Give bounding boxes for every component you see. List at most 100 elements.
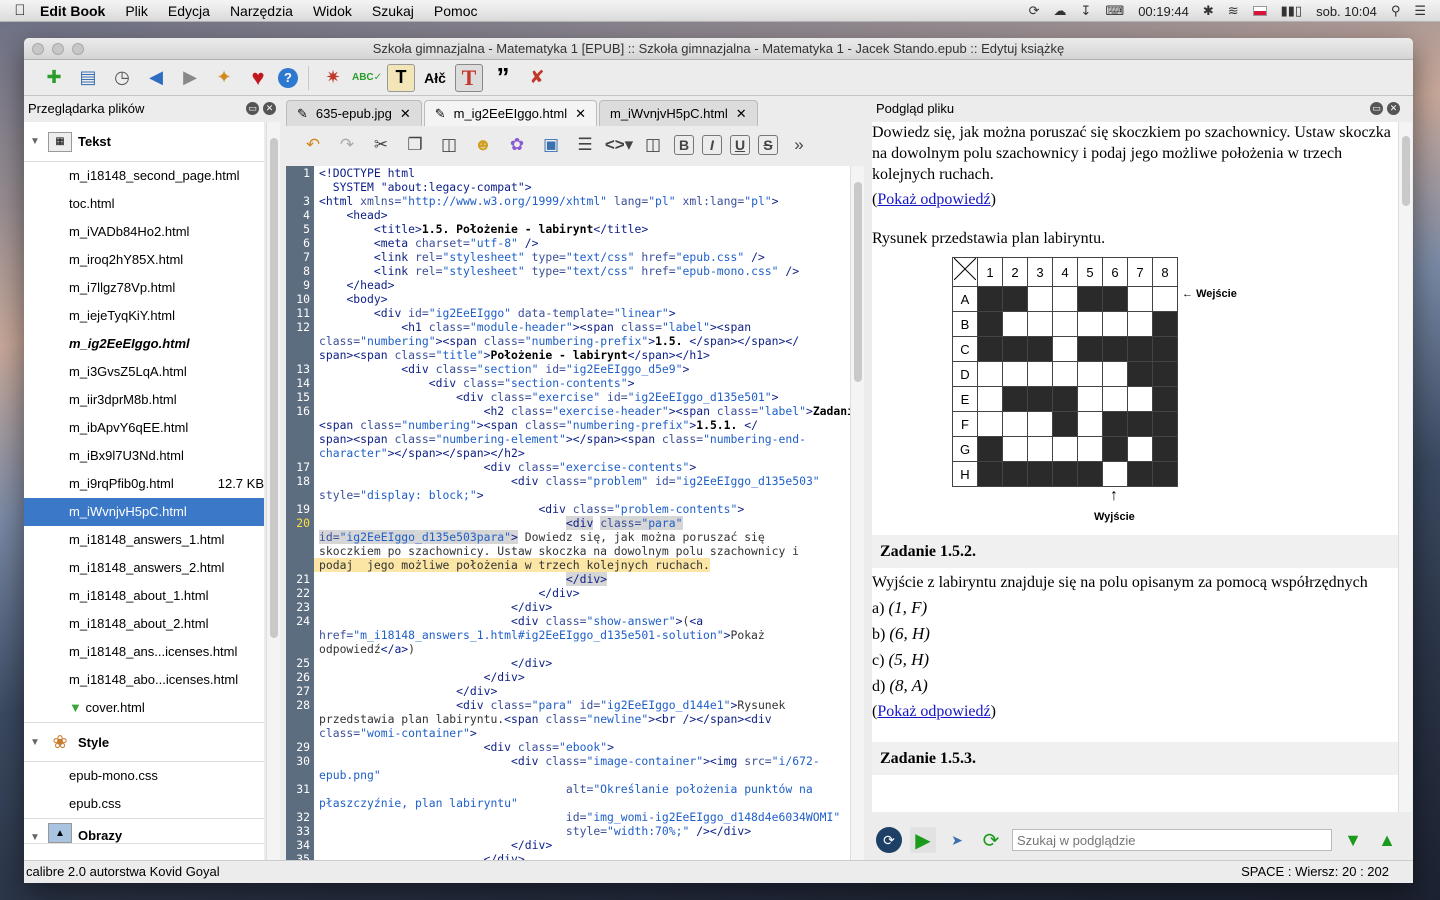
file-item[interactable]: m_iVADb84Ho2.html [24, 218, 264, 246]
code-line[interactable]: 4 <head> [286, 208, 850, 222]
code-line[interactable]: 22 </div> [286, 586, 850, 600]
code-line[interactable]: SYSTEM "about:legacy-compat"> [286, 180, 850, 194]
menu-search[interactable]: Szukaj [372, 3, 414, 19]
notifications-icon[interactable]: ☰ [1414, 3, 1426, 19]
code-line[interactable]: 34 </div> [286, 838, 850, 852]
find-previous-icon[interactable]: ▲ [1374, 827, 1400, 853]
collapse-arrow-icon[interactable]: ▼ [30, 737, 48, 748]
code-line[interactable]: 15 <div class="exercise" id="ig2EeEIggo_… [286, 390, 850, 404]
code-line[interactable]: 26 </div> [286, 670, 850, 684]
copy-icon[interactable]: ❐ [402, 132, 428, 158]
scrollbar-thumb[interactable] [1402, 136, 1410, 206]
code-line[interactable]: 32 id="img_womi-ig2EeEIggo_d148d4e6034WO… [286, 810, 850, 824]
preview-search-input[interactable] [1012, 829, 1332, 851]
preview-pane[interactable]: Dowiedz się, jak można poruszać się skoc… [872, 122, 1398, 812]
columns-icon[interactable]: ◫ [640, 132, 666, 158]
editor-scrollbar[interactable] [850, 166, 864, 860]
tab-html[interactable]: m_iWvnjvH5pC.html ✕ [598, 100, 758, 126]
apple-icon[interactable]:  [0, 2, 40, 19]
close-tab-icon[interactable]: ✕ [400, 106, 411, 122]
file-item[interactable]: toc.html [24, 190, 264, 218]
code-line[interactable]: character"></span></span></h2> [286, 446, 850, 460]
code-line[interactable]: 35 </div> [286, 852, 850, 860]
spotlight-icon[interactable]: ⚲ [1391, 3, 1401, 19]
file-item[interactable]: m_ibApvY6qEE.html [24, 414, 264, 442]
magic-wand-icon[interactable]: ✦ [210, 64, 238, 92]
code-line[interactable]: 6 <meta charset="utf-8" /> [286, 236, 850, 250]
close-tab-icon[interactable]: ✕ [736, 106, 747, 122]
code-line[interactable]: 25 </div> [286, 656, 850, 670]
underline-button[interactable]: U [730, 135, 750, 155]
minimize-window-button[interactable] [52, 43, 64, 55]
flag-pl-icon[interactable] [1252, 6, 1267, 16]
remove-unused-icon[interactable]: ✘ [523, 64, 551, 92]
code-line[interactable]: 14 <div class="section-contents"> [286, 376, 850, 390]
bold-button[interactable]: B [674, 135, 694, 155]
preview-scrollbar[interactable] [1398, 122, 1412, 812]
auto-reload-icon[interactable]: ⟳ [876, 827, 902, 853]
wifi-icon[interactable]: ≋ [1228, 3, 1239, 19]
clock[interactable]: sob. 10:04 [1316, 4, 1377, 19]
file-item[interactable]: m_i18148_answers_2.html [24, 554, 264, 582]
file-item[interactable]: m_i18148_abo...icenses.html [24, 666, 264, 694]
tab-html-active[interactable]: ✎ m_ig2EeEIggo.html ✕ [423, 100, 597, 126]
show-answer-link[interactable]: Pokaż odpowiedź [877, 191, 990, 208]
checkpoint-icon[interactable]: ◷ [108, 64, 136, 92]
file-item[interactable]: m_iroq2hY85X.html [24, 246, 264, 274]
file-browser-scrollbar[interactable] [266, 122, 280, 860]
file-item[interactable]: epub-mono.css [24, 762, 264, 790]
insert-image-icon[interactable]: ▣ [538, 132, 564, 158]
category-style[interactable]: ▼ ❀ Style [24, 722, 264, 762]
code-line[interactable]: skoczkiem po szachownicy. Ustaw skoczka … [286, 544, 850, 558]
play-icon[interactable]: ▶ [910, 827, 936, 853]
code-line[interactable]: 30 <div class="image-container"><img src… [286, 754, 850, 768]
forward-arrow-icon[interactable]: ▶ [176, 64, 204, 92]
file-item[interactable]: m_i18148_answers_1.html [24, 526, 264, 554]
collapse-arrow-icon[interactable]: ▼ [30, 136, 48, 147]
help-icon[interactable]: ? [278, 67, 298, 88]
undo-icon[interactable]: ↶ [300, 132, 326, 158]
code-line[interactable]: style="display: block;"> [286, 488, 850, 502]
new-file-icon[interactable]: ✚ [40, 64, 68, 92]
menu-view[interactable]: Widok [313, 3, 352, 19]
code-line[interactable]: 27 </div> [286, 684, 850, 698]
code-line[interactable]: 16 <h2 class="exercise-header"><span cla… [286, 404, 850, 418]
strikethrough-button[interactable]: S [758, 135, 778, 155]
tab-image[interactable]: ✎ 635-epub.jpg ✕ [286, 100, 422, 126]
menu-edit[interactable]: Edycja [168, 3, 210, 19]
file-item[interactable]: epub.css [24, 790, 264, 818]
menu-help[interactable]: Pomoc [434, 3, 478, 19]
scrollbar-thumb[interactable] [270, 138, 278, 638]
redo-icon[interactable]: ↷ [334, 132, 360, 158]
code-line[interactable]: 12 <h1 class="module-header"><span class… [286, 320, 850, 334]
close-window-button[interactable] [32, 43, 44, 55]
insert-tag-icon[interactable]: <>▾ [605, 132, 633, 158]
code-line[interactable]: 7 <link rel="stylesheet" type="text/css"… [286, 250, 850, 264]
timer-icon[interactable]: ⌨ [1105, 3, 1124, 19]
bug-check-icon[interactable]: ✷ [319, 64, 347, 92]
back-arrow-icon[interactable]: ◀ [142, 64, 170, 92]
code-line[interactable]: płaszczyźnie, plan labiryntu" [286, 796, 850, 810]
text-icon[interactable]: T [387, 63, 415, 92]
file-item[interactable]: m_i18148_about_1.html [24, 582, 264, 610]
code-line[interactable]: 10 <body> [286, 292, 850, 306]
file-item[interactable]: m_iWvnjvH5pC.html [24, 498, 264, 526]
code-line[interactable]: podaj jego możliwe położenia w trzech ko… [286, 558, 850, 572]
sync-icon[interactable]: ⟳ [1029, 3, 1040, 19]
code-line[interactable]: 28 <div class="para" id="ig2EeEIggo_d144… [286, 698, 850, 712]
code-line[interactable]: 9 </head> [286, 278, 850, 292]
code-line[interactable]: 3 <html xmlns="http://www.w3.org/1999/xht… [286, 194, 850, 208]
code-line[interactable]: 17 <div class="exercise-contents"> [286, 460, 850, 474]
code-line[interactable]: span><span class="numbering-element"></s… [286, 432, 850, 446]
close-panel-icon[interactable]: ✕ [263, 102, 276, 115]
quotes-icon[interactable]: ” [489, 62, 517, 92]
spellcheck-icon[interactable]: ABC✓ [352, 64, 382, 92]
toc-edit-icon[interactable]: T [455, 63, 483, 92]
file-item[interactable]: m_ig2EeEIggo.html [24, 330, 264, 358]
code-line[interactable]: epub.png" [286, 768, 850, 782]
file-item[interactable]: ▼ cover.html [24, 694, 264, 722]
code-line[interactable]: 13 <div class="section" id="ig2EeEIggo_d… [286, 362, 850, 376]
code-line[interactable]: 18 <div class="problem" id="ig2EeEIggo_d… [286, 474, 850, 488]
code-line[interactable]: odpowiedź</a>) [286, 642, 850, 656]
menu-tools[interactable]: Narzędzia [230, 3, 293, 19]
